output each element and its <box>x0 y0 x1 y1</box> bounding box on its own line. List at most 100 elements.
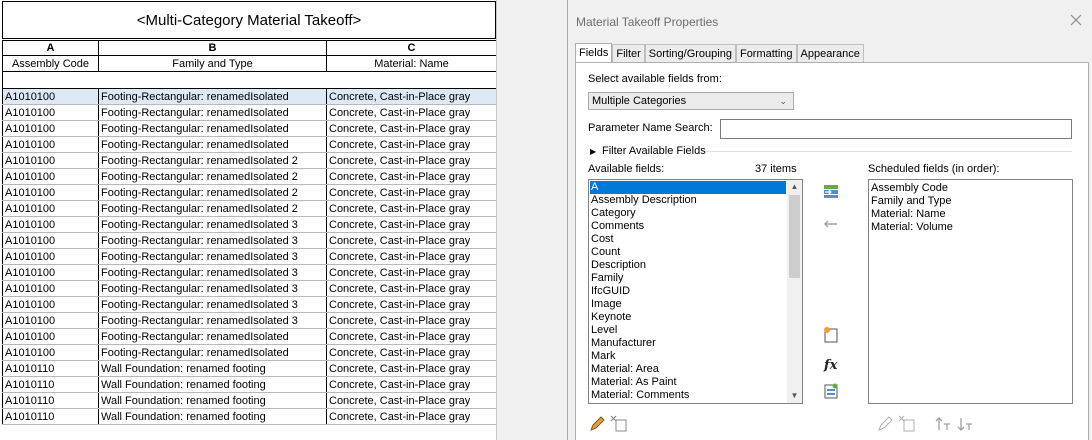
list-item[interactable]: Family <box>590 272 786 285</box>
table-cell[interactable]: A1010100 <box>2 184 99 201</box>
list-item[interactable]: Category <box>590 207 786 220</box>
table-row[interactable]: A1010100 Footing-Rectangular: renamedIsol… <box>2 168 496 185</box>
table-cell[interactable]: Concrete, Cast-in-Place gray <box>326 264 496 281</box>
table-row[interactable]: A1010100 Footing-Rectangular: renamedIsol… <box>2 200 496 217</box>
list-item[interactable]: Material: Volume <box>870 221 953 234</box>
delete-parameter-icon[interactable] <box>610 415 628 433</box>
edit-scheduled-parameter-icon[interactable] <box>876 415 894 433</box>
table-cell[interactable]: Footing-Rectangular: renamedIsolated 3 <box>98 296 327 313</box>
table-cell[interactable]: Wall Foundation: renamed footing <box>98 376 327 393</box>
table-row[interactable]: A1010110 Wall Foundation: renamed footing… <box>2 392 496 409</box>
column-header[interactable]: Assembly Code <box>2 55 99 72</box>
available-fields-list[interactable]: A Assembly Description Category Comments Cos… <box>588 179 803 404</box>
table-cell[interactable]: A1010100 <box>2 88 99 105</box>
tab-fields[interactable]: Fields <box>575 43 613 64</box>
table-cell[interactable]: Footing-Rectangular: renamedIsolated 2 <box>98 152 327 169</box>
table-row[interactable]: A1010100 Footing-Rectangular: renamedIsol… <box>2 184 496 201</box>
table-row[interactable]: A1010100 Footing-Rectangular: renamedIsol… <box>2 248 496 265</box>
table-cell[interactable]: A1010100 <box>2 280 99 297</box>
tab-filter[interactable]: Filter <box>612 44 645 63</box>
scroll-up-icon[interactable]: ▲ <box>787 180 802 194</box>
table-cell[interactable]: Concrete, Cast-in-Place gray <box>326 136 496 153</box>
table-cell[interactable]: Footing-Rectangular: renamedIsolated <box>98 120 327 137</box>
remove-parameter-icon[interactable] <box>822 215 840 233</box>
table-row[interactable]: A1010100 Footing-Rectangular: renamedIsol… <box>2 296 496 313</box>
list-item[interactable]: Assembly Code <box>870 182 953 195</box>
delete-scheduled-parameter-icon[interactable] <box>898 415 916 433</box>
table-cell[interactable]: Concrete, Cast-in-Place gray <box>326 248 496 265</box>
table-cell[interactable]: Footing-Rectangular: renamedIsolated 3 <box>98 232 327 249</box>
table-cell[interactable]: A1010100 <box>2 168 99 185</box>
list-item[interactable]: Count <box>590 246 786 259</box>
table-cell[interactable]: A1010100 <box>2 344 99 361</box>
table-row[interactable]: A1010100 Footing-Rectangular: renamedIsol… <box>2 328 496 345</box>
table-cell[interactable]: Footing-Rectangular: renamedIsolated <box>98 88 327 105</box>
column-letter[interactable]: A <box>2 40 99 56</box>
table-cell[interactable]: Concrete, Cast-in-Place gray <box>326 296 496 313</box>
table-cell[interactable]: Wall Foundation: renamed footing <box>98 392 327 409</box>
list-item[interactable]: A <box>590 181 786 194</box>
new-parameter-icon[interactable] <box>822 326 840 344</box>
table-cell[interactable]: Footing-Rectangular: renamedIsolated 3 <box>98 280 327 297</box>
table-row[interactable]: A1010110 Wall Foundation: renamed footing… <box>2 360 496 377</box>
table-cell[interactable]: Footing-Rectangular: renamedIsolated 2 <box>98 184 327 201</box>
calculated-value-icon[interactable]: fx <box>822 355 840 373</box>
table-cell[interactable]: A1010110 <box>2 360 99 377</box>
column-letter[interactable]: B <box>98 40 327 56</box>
scrollbar-thumb[interactable] <box>789 195 800 278</box>
available-fields-scrollbar[interactable]: ▲ ▼ <box>787 180 802 403</box>
tab-appearance[interactable]: Appearance <box>796 44 864 63</box>
table-cell[interactable]: Concrete, Cast-in-Place gray <box>326 392 496 409</box>
table-cell[interactable]: Concrete, Cast-in-Place gray <box>326 312 496 329</box>
list-item[interactable]: Keynote <box>590 311 786 324</box>
table-row[interactable]: A1010100 Footing-Rectangular: renamedIsol… <box>2 88 496 105</box>
table-cell[interactable]: A1010110 <box>2 408 99 425</box>
table-cell[interactable]: Footing-Rectangular: renamedIsolated 3 <box>98 248 327 265</box>
list-item[interactable]: Image <box>590 298 786 311</box>
table-cell[interactable]: Concrete, Cast-in-Place gray <box>326 360 496 377</box>
parameter-name-search-input[interactable] <box>720 119 1072 139</box>
table-cell[interactable]: Footing-Rectangular: renamedIsolated <box>98 136 327 153</box>
table-cell[interactable]: Footing-Rectangular: renamedIsolated 3 <box>98 312 327 329</box>
list-item[interactable]: Manufacturer <box>590 337 786 350</box>
table-cell[interactable]: Concrete, Cast-in-Place gray <box>326 168 496 185</box>
table-row[interactable]: A1010100 Footing-Rectangular: renamedIsol… <box>2 152 496 169</box>
table-cell[interactable]: Footing-Rectangular: renamedIsolated 3 <box>98 216 327 233</box>
table-cell[interactable]: Concrete, Cast-in-Place gray <box>326 184 496 201</box>
table-cell[interactable]: A1010100 <box>2 248 99 265</box>
move-down-icon[interactable] <box>956 415 974 433</box>
edit-parameter-icon[interactable] <box>588 415 606 433</box>
table-row[interactable]: A1010100 Footing-Rectangular: renamedIsol… <box>2 136 496 153</box>
table-cell[interactable]: Footing-Rectangular: renamedIsolated <box>98 344 327 361</box>
combine-parameters-icon[interactable] <box>822 382 840 400</box>
table-cell[interactable]: A1010110 <box>2 376 99 393</box>
table-row[interactable]: A1010110 Wall Foundation: renamed footing… <box>2 408 496 425</box>
table-row[interactable]: A1010100 Footing-Rectangular: renamedIsol… <box>2 280 496 297</box>
table-cell[interactable]: A1010100 <box>2 200 99 217</box>
table-cell[interactable]: A1010100 <box>2 296 99 313</box>
table-row[interactable]: A1010100 Footing-Rectangular: renamedIsol… <box>2 216 496 233</box>
table-cell[interactable]: A1010100 <box>2 328 99 345</box>
table-row[interactable]: A1010100 Footing-Rectangular: renamedIsol… <box>2 120 496 137</box>
table-cell[interactable]: Concrete, Cast-in-Place gray <box>326 328 496 345</box>
table-row[interactable]: A1010100 Footing-Rectangular: renamedIsol… <box>2 312 496 329</box>
list-item[interactable]: Material: Comments <box>590 389 786 402</box>
table-row[interactable]: A1010100 Footing-Rectangular: renamedIsol… <box>2 104 496 121</box>
table-cell[interactable]: A1010100 <box>2 152 99 169</box>
list-item[interactable]: Assembly Description <box>590 194 786 207</box>
table-cell[interactable]: A1010100 <box>2 312 99 329</box>
list-item[interactable]: Level <box>590 324 786 337</box>
list-item[interactable]: Material: Area <box>590 363 786 376</box>
table-cell[interactable]: Concrete, Cast-in-Place gray <box>326 376 496 393</box>
table-cell[interactable]: Footing-Rectangular: renamedIsolated 2 <box>98 168 327 185</box>
table-cell[interactable]: Concrete, Cast-in-Place gray <box>326 88 496 105</box>
table-row[interactable]: A1010100 Footing-Rectangular: renamedIsol… <box>2 264 496 281</box>
table-cell[interactable]: Concrete, Cast-in-Place gray <box>326 408 496 425</box>
table-cell[interactable]: A1010100 <box>2 120 99 137</box>
column-header[interactable]: Family and Type <box>98 55 327 72</box>
list-item[interactable]: IfcGUID <box>590 285 786 298</box>
table-cell[interactable]: A1010100 <box>2 104 99 121</box>
table-row[interactable]: A1010100 Footing-Rectangular: renamedIsol… <box>2 344 496 361</box>
move-up-icon[interactable] <box>934 415 952 433</box>
column-letter[interactable]: C <box>326 40 496 56</box>
